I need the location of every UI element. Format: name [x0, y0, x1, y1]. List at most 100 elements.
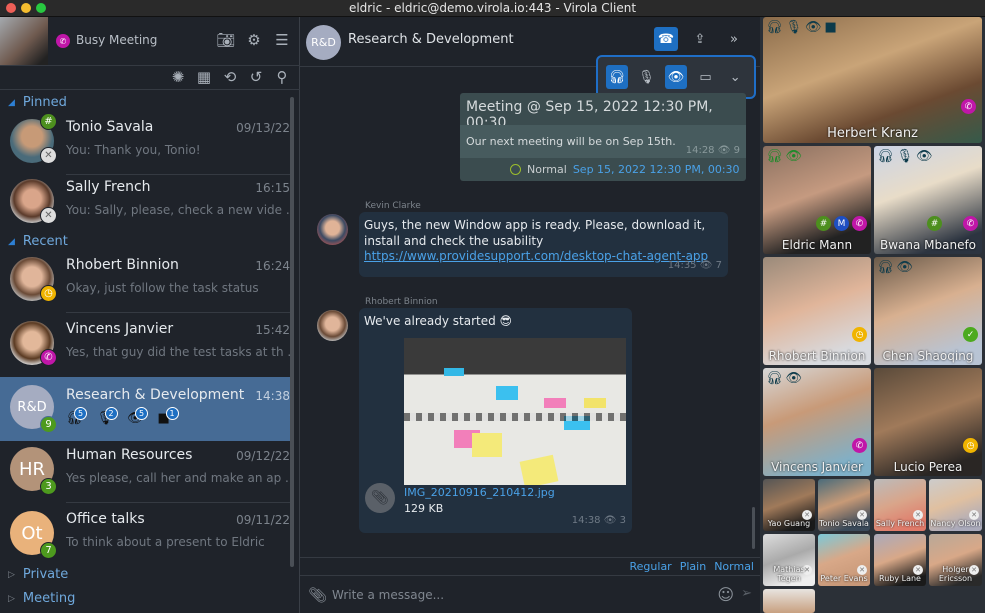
- section-private[interactable]: ▷ Private: [8, 567, 68, 582]
- participant-tile[interactable]: 🎧︎ 👁︎ ✓ Chen Shaoqing: [874, 257, 982, 365]
- participant-tile[interactable]: ✕ Nancy Olson: [929, 479, 982, 531]
- video-camera-icon: ■: [824, 20, 837, 35]
- status-label[interactable]: Busy Meeting: [76, 33, 157, 47]
- chat-item-research-development[interactable]: R&D 9 Research & Development 14:38 🎧︎ 5 🎙…: [0, 377, 290, 441]
- chat-name: Research & Development: [66, 387, 245, 403]
- participant-tile[interactable]: [763, 589, 815, 613]
- section-label: Meeting: [22, 591, 76, 606]
- chat-preview: Yes, that guy did the test tasks at th .…: [66, 345, 290, 359]
- eye-toggle[interactable]: 👁︎: [665, 65, 687, 89]
- sender-avatar[interactable]: [317, 214, 348, 245]
- chat-time: 09/11/22: [236, 513, 290, 527]
- chat-name: Office talks: [66, 511, 145, 527]
- participant-name: Eldric Mann: [781, 238, 853, 252]
- participant-tile[interactable]: ✕ Ruby Lane: [874, 534, 926, 586]
- call-console-icon[interactable]: ☎: [654, 27, 678, 51]
- eye-icon: 👁︎: [699, 260, 713, 271]
- microphone-toggle[interactable]: 🎙︎: [636, 65, 658, 89]
- participant-tile[interactable]: ✕ Sally French: [874, 479, 926, 531]
- participant-tile[interactable]: 🎧︎ 👁︎ # M ✆ Eldric Mann: [763, 146, 871, 254]
- participant-tile[interactable]: ✕ Holger Ericsson: [929, 534, 982, 586]
- chat-item-human-resources[interactable]: HR 3 Human Resources 09/12/22 Yes please…: [0, 439, 290, 503]
- participant-tile[interactable]: ✕ Tonio Savala: [818, 479, 870, 531]
- eye-icon: 👁︎: [916, 149, 933, 164]
- send-icon[interactable]: ➢: [741, 586, 752, 601]
- video-camera-toggle[interactable]: ▭: [695, 65, 717, 89]
- screen-share-icon[interactable]: ⇪: [688, 27, 712, 51]
- priority-button[interactable]: Normal: [714, 560, 754, 573]
- participant-tile[interactable]: ◷ Lucio Perea: [874, 368, 982, 476]
- chat-preview: Yes please, call her and make an ap ...: [66, 471, 290, 485]
- paperclip-icon: 📎︎: [365, 483, 395, 513]
- message-sender: Rhobert Binnion: [365, 297, 438, 307]
- chevron-down-icon[interactable]: ⌄: [724, 65, 746, 89]
- headphones-icon: 🎧︎: [766, 149, 783, 164]
- image-attachment[interactable]: [404, 338, 626, 485]
- participant-tile[interactable]: 🎧︎ 👁︎ ✆ Vincens Janvier: [763, 368, 871, 476]
- format-type-button[interactable]: Plain: [680, 560, 706, 573]
- search-icon[interactable]: ⚲: [273, 68, 291, 86]
- section-pinned[interactable]: ◢ Pinned: [8, 95, 67, 110]
- chat-name: Rhobert Binnion: [66, 257, 179, 273]
- section-label: Recent: [22, 234, 68, 249]
- chat-preview: Okay, just follow the task status: [66, 281, 259, 295]
- message-bubble: We've already started 😎 📎︎ IMG_20210916_…: [359, 308, 632, 533]
- eye-icon: 👁︎: [785, 371, 803, 386]
- toggle-panel-icon[interactable]: »: [722, 27, 746, 51]
- participant-tile[interactable]: 🎧︎ 🎙︎ 👁︎ # ✆ Bwana Mbanefo: [874, 146, 982, 254]
- my-avatar[interactable]: [0, 17, 48, 65]
- headphones-toggle[interactable]: 🎧︎: [606, 65, 628, 89]
- expanded-triangle-icon: ◢: [8, 236, 15, 247]
- camera-icon[interactable]: 📷︎: [216, 31, 235, 49]
- chat-item-vincens-janvier[interactable]: ✆ Vincens Janvier 15:42 Yes, that guy di…: [0, 313, 290, 377]
- menu-icon[interactable]: ☰: [273, 31, 291, 49]
- message-input[interactable]: [332, 584, 702, 606]
- chat-item-rhobert-binnion[interactable]: ◷ Rhobert Binnion 16:24 Okay, just follo…: [0, 249, 290, 313]
- chat-preview: You: Sally, please, check a new vide ...: [66, 203, 290, 217]
- message-text: Guys, the new Window app is ready. Pleas…: [364, 218, 706, 248]
- participant-tile[interactable]: ✕ Yao Guang: [763, 479, 815, 531]
- history-icon[interactable]: ↺: [247, 68, 265, 86]
- chat-item-office-talks[interactable]: Ot 7 Office talks 09/11/22 To think abou…: [0, 503, 290, 567]
- gear-icon[interactable]: ⚙: [245, 31, 263, 49]
- participant-name: Bwana Mbanefo: [879, 238, 977, 252]
- task-icon[interactable]: ⟲: [221, 68, 239, 86]
- chat-name: Human Resources: [66, 447, 193, 463]
- participant-tile[interactable]: 🎧︎ 🎙︎ 👁︎ ■ ✆ Herbert Kranz: [763, 17, 982, 143]
- section-meeting[interactable]: ▷ Meeting: [8, 591, 75, 606]
- offline-badge: ✕: [40, 207, 57, 224]
- messages-scrollbar[interactable]: [752, 507, 755, 549]
- collapsed-triangle-icon: ▷: [8, 593, 15, 604]
- sun-icon[interactable]: ✺: [169, 68, 187, 86]
- format-style-button[interactable]: Regular: [630, 560, 672, 573]
- calendar-icon[interactable]: ▦: [195, 68, 213, 86]
- participant-tile[interactable]: ✕ Peter Evans: [818, 534, 870, 586]
- attachment-size: 129 KB: [404, 502, 444, 515]
- message-text: We've already started 😎: [364, 314, 513, 328]
- section-recent[interactable]: ◢ Recent: [8, 234, 68, 249]
- chat-list-scrollbar[interactable]: [290, 97, 294, 567]
- chat-item-tonio-savala[interactable]: # ✕ Tonio Savala 09/13/22 You: Thank you…: [0, 111, 290, 175]
- attach-icon[interactable]: 📎︎: [308, 586, 327, 604]
- participant-tile[interactable]: ◷ Rhobert Binnion: [763, 257, 871, 365]
- message-link[interactable]: https://www.providesupport.com/desktop-c…: [364, 249, 708, 263]
- collapsed-triangle-icon: ▷: [8, 569, 15, 580]
- sender-avatar[interactable]: [317, 310, 348, 341]
- unread-badge: 7: [40, 542, 57, 559]
- meeting-card[interactable]: Meeting @ Sep 15, 2022 12:30 PM, 00:30 O…: [460, 93, 746, 181]
- meeting-date-link[interactable]: Sep 15, 2022 12:30 PM, 00:30: [573, 163, 740, 176]
- attachment-name[interactable]: IMG_20210916_210412.jpg: [404, 486, 555, 499]
- chat-name: Vincens Janvier: [66, 321, 174, 337]
- busy-meeting-status-icon[interactable]: ✆: [56, 34, 70, 48]
- away-badge: ◷: [40, 285, 57, 302]
- emoji-icon[interactable]: ☺: [717, 585, 734, 604]
- participant-tile[interactable]: ✕ Mathias Tegen: [763, 534, 815, 586]
- meeting-priority: Normal: [527, 163, 567, 176]
- chat-time: 14:38: [255, 389, 290, 403]
- channel-badge: #: [40, 113, 57, 130]
- chat-item-sally-french[interactable]: ✕ Sally French 16:15 You: Sally, please,…: [0, 171, 290, 235]
- section-label: Pinned: [22, 95, 67, 110]
- participant-name: Chen Shaoqing: [882, 349, 974, 363]
- eye-icon: 👁︎: [603, 515, 617, 526]
- chat-list-panel: ✆ Busy Meeting 📷︎ ⚙ ☰ ✺ ▦ ⟲ ↺ ⚲ ◢ Pinned…: [0, 17, 300, 613]
